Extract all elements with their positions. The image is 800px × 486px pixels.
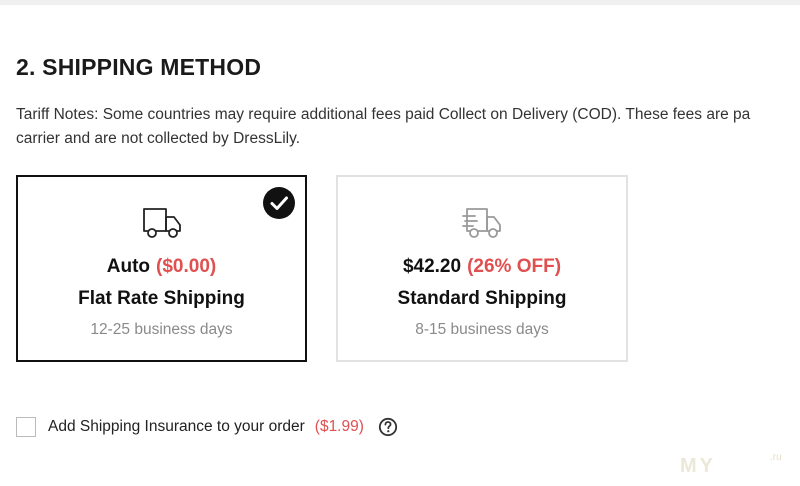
watermark: MY [680, 455, 716, 477]
watermark-suffix: .ru [770, 452, 782, 463]
shipping-option-flat-rate[interactable]: Auto ($0.00) Flat Rate Shipping 12-25 bus… [16, 175, 307, 362]
option-delivery-time: 8-15 business days [415, 321, 549, 338]
tariff-notes-line-2: carrier and are not collected by DressLi… [16, 130, 301, 147]
shipping-insurance-price: ($1.99) [314, 418, 364, 435]
tariff-notes: Tariff Notes: Some countries may require… [16, 103, 800, 151]
option-name: Standard Shipping [397, 288, 567, 309]
section-title: 2. SHIPPING METHOD [16, 54, 262, 80]
option-price-label: Auto [106, 256, 151, 277]
shipping-insurance-row: Add Shipping Insurance to your order ($1… [16, 415, 398, 439]
shipping-insurance-label[interactable]: Add Shipping Insurance to your order [48, 418, 305, 436]
question-circle-icon[interactable] [378, 417, 398, 437]
option-price-discount: ($0.00) [156, 256, 217, 277]
option-price: $42.20 (26% OFF) [338, 256, 626, 278]
option-price: Auto ($0.00) [18, 256, 305, 278]
option-price-discount: (26% OFF) [467, 256, 562, 277]
truck-icon [142, 205, 182, 241]
option-price-label: $42.20 [402, 256, 462, 277]
truck-fast-icon [462, 205, 502, 241]
selected-check-icon [263, 187, 295, 219]
tariff-notes-line-1: Tariff Notes: Some countries may require… [16, 106, 751, 123]
shipping-insurance-checkbox[interactable] [16, 417, 36, 437]
option-name: Flat Rate Shipping [78, 288, 245, 309]
option-delivery-time: 12-25 business days [90, 321, 233, 338]
shipping-option-standard[interactable]: $42.20 (26% OFF) Standard Shipping 8-15 b… [336, 175, 628, 362]
top-divider [0, 0, 800, 5]
